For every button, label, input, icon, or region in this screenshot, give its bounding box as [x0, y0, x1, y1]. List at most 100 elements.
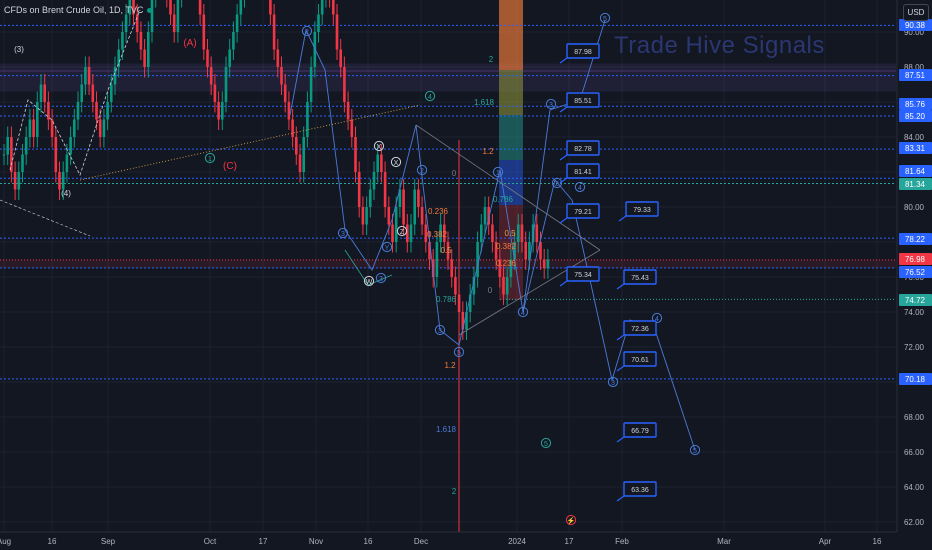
symbol-header[interactable]: CFDs on Brent Crude Oil, 1D, TVC — [4, 5, 153, 15]
wave-marker-z-label: Z — [400, 229, 405, 236]
candle-body — [272, 14, 276, 50]
candle-body — [17, 172, 21, 190]
candle-body — [517, 224, 520, 242]
candle-body — [320, 0, 324, 15]
target-price: 79.21 — [574, 209, 592, 216]
price-tick: 74.00 — [904, 308, 925, 317]
fib-level-label: 0.236 — [496, 259, 517, 268]
candle-body — [350, 119, 354, 137]
fib-level-label: 1.2 — [482, 147, 494, 156]
candle-body — [235, 14, 239, 32]
candle-body — [339, 49, 342, 67]
target-pointer — [559, 57, 568, 64]
wave-marker-4a-label: 4 — [428, 94, 432, 101]
price-label: 70.18 — [905, 375, 926, 384]
target-pointer — [559, 217, 568, 224]
time-tick: 17 — [259, 537, 268, 546]
target-pointer — [559, 106, 568, 113]
target-pointer — [616, 436, 625, 443]
candle-body — [121, 32, 124, 50]
candle-body — [346, 102, 350, 120]
time-tick: Aug — [0, 537, 11, 546]
candle-body — [228, 49, 231, 67]
candle-body — [102, 119, 106, 137]
candle-body — [343, 67, 346, 102]
watermark: Trade Hive Signals — [614, 32, 825, 59]
candle-body — [387, 207, 391, 225]
wave-marker-3c-label: 3 — [438, 328, 442, 335]
candle-body — [47, 102, 50, 120]
price-label: 85.20 — [905, 112, 926, 121]
candle-body — [524, 242, 527, 260]
price-label: 81.64 — [905, 167, 926, 176]
candle-body — [394, 207, 398, 242]
candle-body — [176, 0, 180, 32]
candle-body — [217, 102, 220, 120]
fib-level-label: 0.5 — [440, 246, 452, 255]
candle-body — [409, 224, 413, 242]
candle-body — [13, 172, 17, 190]
price-label: 90.38 — [905, 21, 926, 30]
candle-body — [80, 84, 83, 102]
candle-body — [417, 189, 420, 207]
price-tick: 84.00 — [904, 133, 925, 142]
time-tick: 17 — [565, 537, 574, 546]
candle-body — [198, 0, 202, 15]
alert-icon-label: ⚡ — [567, 516, 576, 525]
candle-body — [24, 137, 28, 155]
fib-level-label: 0 — [488, 286, 493, 295]
candle-body — [502, 277, 505, 295]
candle-body — [98, 119, 102, 137]
candle-body — [10, 137, 13, 172]
candle-body — [224, 67, 228, 102]
candle-body — [291, 119, 294, 137]
candle-body — [357, 172, 361, 207]
candle-body — [69, 137, 72, 155]
price-chart[interactable]: (3)(4)(A)(C)1243XXWYZ32351432453455⚡21.6… — [0, 0, 932, 550]
candle-body — [269, 0, 272, 15]
candle-body — [58, 172, 61, 190]
candle-body — [302, 137, 305, 172]
candle-body — [76, 102, 80, 120]
candle-body — [354, 137, 357, 172]
currency-button[interactable]: USD — [903, 4, 929, 21]
candle-body — [435, 242, 439, 277]
candle-body — [380, 154, 383, 172]
wave-marker-y-label: Y — [385, 245, 390, 252]
time-tick: 2024 — [508, 537, 526, 546]
candle-body — [535, 224, 539, 242]
candle-body — [6, 137, 9, 155]
candle-body — [306, 102, 309, 137]
wave-label-3: (3) — [14, 45, 24, 54]
price-label: 87.51 — [905, 71, 926, 80]
candle-body — [309, 67, 313, 102]
candle-body — [110, 84, 113, 102]
candle-body — [365, 207, 368, 225]
target-price: 66.79 — [631, 428, 649, 435]
candle-body — [28, 119, 32, 137]
candle-body — [335, 14, 339, 50]
target-pointer — [616, 365, 625, 372]
candle-body — [202, 14, 206, 50]
candle-body — [2, 154, 6, 156]
candle-body — [221, 102, 224, 120]
time-tick: 16 — [873, 537, 882, 546]
wave-marker-4b-label: 4 — [521, 310, 525, 317]
target-pointer — [616, 283, 625, 290]
target-price: 82.78 — [574, 146, 592, 153]
candle-body — [476, 242, 479, 277]
target-price: 81.41 — [574, 169, 592, 176]
candle-body — [457, 294, 461, 312]
time-tick: Dec — [414, 537, 428, 546]
candle-body — [147, 32, 150, 67]
candle-body — [54, 137, 58, 172]
chart-area[interactable]: (3) (4) (A) (C) 1 2 4 3 X X W Y Z 3 2 3 5 1 4 3 2 4 5 3 4 5 5 ⚡ 2 1.6… — [0, 0, 932, 550]
candle-body — [317, 14, 320, 32]
target-pointer — [559, 280, 568, 287]
candle-body — [369, 189, 372, 207]
fib-level-label: 1.618 — [474, 98, 495, 107]
candle-body — [32, 119, 35, 137]
symbol-title: CFDs on Brent Crude Oil, 1D, TVC — [4, 5, 144, 15]
fib-level-label: 0.236 — [428, 207, 449, 216]
candle-body — [91, 84, 95, 102]
